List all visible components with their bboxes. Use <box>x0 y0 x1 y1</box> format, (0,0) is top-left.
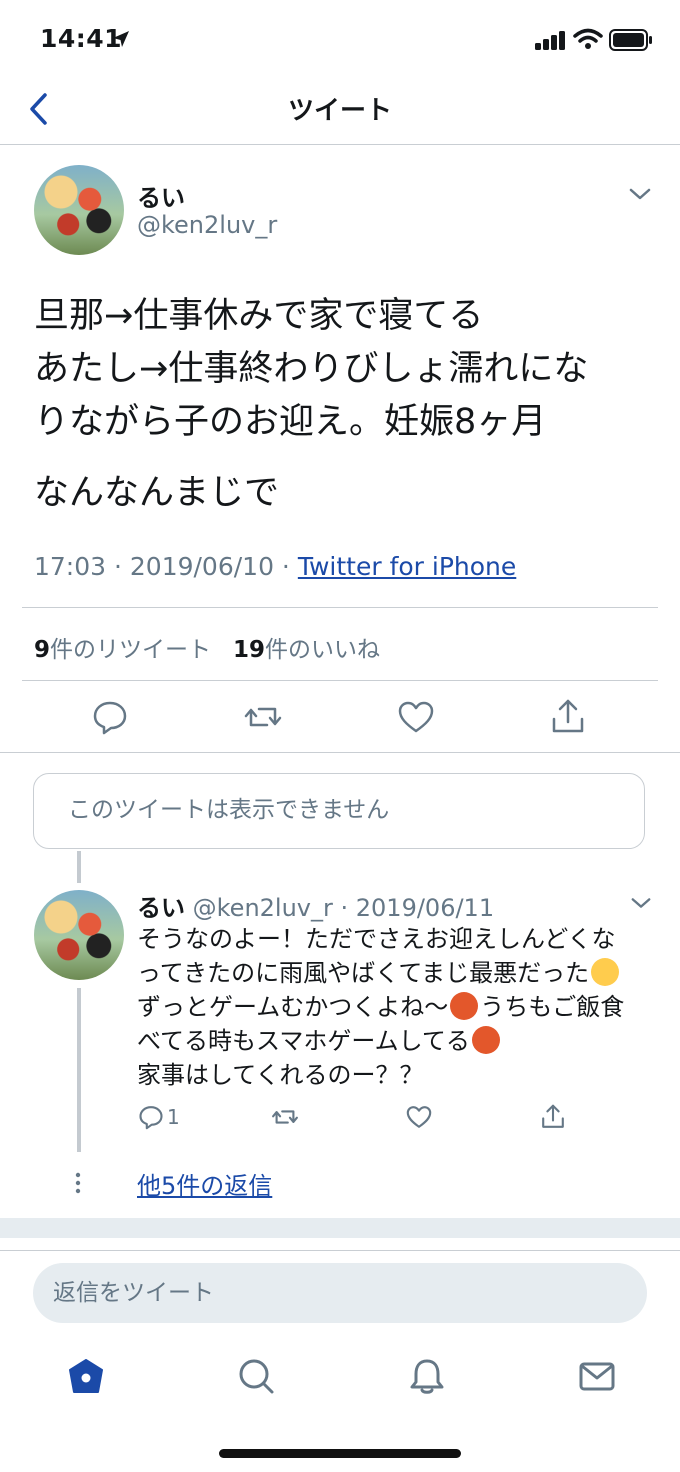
more-replies-link[interactable]: 他5件の返信 <box>137 1166 272 1201</box>
tweet-line-last: なんなんまじで <box>34 473 280 513</box>
angry-face-emoji-icon <box>450 992 479 1020</box>
search-icon[interactable] <box>236 1356 276 1396</box>
reply-line-text: べてる時もスマホゲームしてる <box>137 1027 470 1055</box>
reply-avatar[interactable] <box>34 890 124 980</box>
reply-line: そうなのよー！ただでさえお迎えしんどくな <box>137 925 616 953</box>
more-dots-icon <box>75 1172 81 1194</box>
like-icon[interactable] <box>396 697 436 737</box>
notifications-icon[interactable] <box>407 1356 447 1396</box>
reply-line-text: うちもご飯食 <box>480 993 625 1021</box>
retweet-icon[interactable] <box>243 697 283 737</box>
tweet-source-link[interactable]: Twitter for iPhone <box>298 552 516 581</box>
nav-divider <box>0 144 680 145</box>
tweet-meta: 17:03 · 2019/06/10 · Twitter for iPhone <box>34 552 516 581</box>
reply-text: そうなのよー！ただでさえお迎えしんどくな ってきたのに雨風やばくてまじ最悪だった… <box>137 922 652 1092</box>
reply-line: 家事はしてくれるのー？？ <box>137 1061 424 1089</box>
tweet-line: 旦那→仕事休みで家で寝てる <box>34 296 484 336</box>
reply-icon[interactable] <box>90 697 130 737</box>
home-icon[interactable] <box>66 1356 106 1396</box>
divider <box>0 752 680 753</box>
divider <box>22 680 658 681</box>
thread-line <box>77 988 81 1152</box>
thread-line <box>77 851 81 883</box>
like-icon[interactable] <box>405 1103 433 1131</box>
author-name[interactable]: るい <box>137 178 185 213</box>
angry-face-emoji-icon <box>471 1026 500 1054</box>
unavailable-tweet-notice: このツイートは表示できません <box>33 773 645 849</box>
divider <box>0 1250 680 1251</box>
reply-header: るい @ken2luv_r · 2019/06/11 <box>137 888 494 923</box>
like-count: 19 <box>232 637 265 663</box>
reply-line-text: ってきたのに雨風やばくてまじ最悪だった <box>137 959 590 987</box>
reply-count: 1 <box>167 1105 180 1129</box>
avatar[interactable] <box>34 165 124 255</box>
retweet-count: 9 <box>34 637 51 663</box>
reply-author-name[interactable]: るい <box>137 894 185 922</box>
reply-icon[interactable] <box>137 1103 165 1131</box>
author-handle[interactable]: @ken2luv_r <box>137 211 277 239</box>
weary-face-emoji-icon <box>591 958 620 986</box>
tweet-stats: 9件のリツイート 19件のいいね <box>34 630 380 664</box>
reply-line: ずっとゲームむかつくよね〜 うちもご飯食 <box>137 990 652 1024</box>
reply-line: べてる時もスマホゲームしてる <box>137 1024 652 1058</box>
retweet-label: 件のリツイート <box>50 637 212 663</box>
reply-line: ってきたのに雨風やばくてまじ最悪だった <box>137 956 652 990</box>
reply-input[interactable]: 返信をツイート <box>33 1263 647 1323</box>
like-stat[interactable]: 19件のいいね <box>233 637 380 663</box>
chevron-down-icon[interactable] <box>628 186 652 202</box>
tweet-timestamp: 17:03 · 2019/06/10 · <box>34 552 298 581</box>
home-indicator[interactable] <box>219 1449 461 1458</box>
messages-icon[interactable] <box>577 1356 617 1396</box>
divider <box>22 607 658 608</box>
section-separator <box>0 1218 680 1238</box>
tweet-text: 旦那→仕事休みで家で寝てる あたし→仕事終わりびしょ濡れにな りながら子のお迎え… <box>34 290 644 449</box>
wifi-icon <box>573 28 603 49</box>
page-title: ツイート <box>287 96 392 126</box>
retweet-stat[interactable]: 9件のリツイート <box>34 637 211 663</box>
signal-icon <box>535 31 565 50</box>
tweet-line: りながら子のお迎え。妊娠8ヶ月 <box>34 402 547 442</box>
reply-line-text: ずっとゲームむかつくよね〜 <box>137 993 449 1021</box>
reply-handle-date[interactable]: @ken2luv_r · 2019/06/11 <box>193 894 494 922</box>
location-arrow-icon <box>113 31 129 47</box>
share-icon[interactable] <box>539 1103 567 1131</box>
chevron-down-icon[interactable] <box>630 895 652 911</box>
retweet-icon[interactable] <box>271 1103 299 1131</box>
like-label: 件のいいね <box>264 637 380 663</box>
tweet-line: あたし→仕事終わりびしょ濡れにな <box>34 349 589 389</box>
battery-icon <box>609 29 652 51</box>
share-icon[interactable] <box>548 697 588 737</box>
